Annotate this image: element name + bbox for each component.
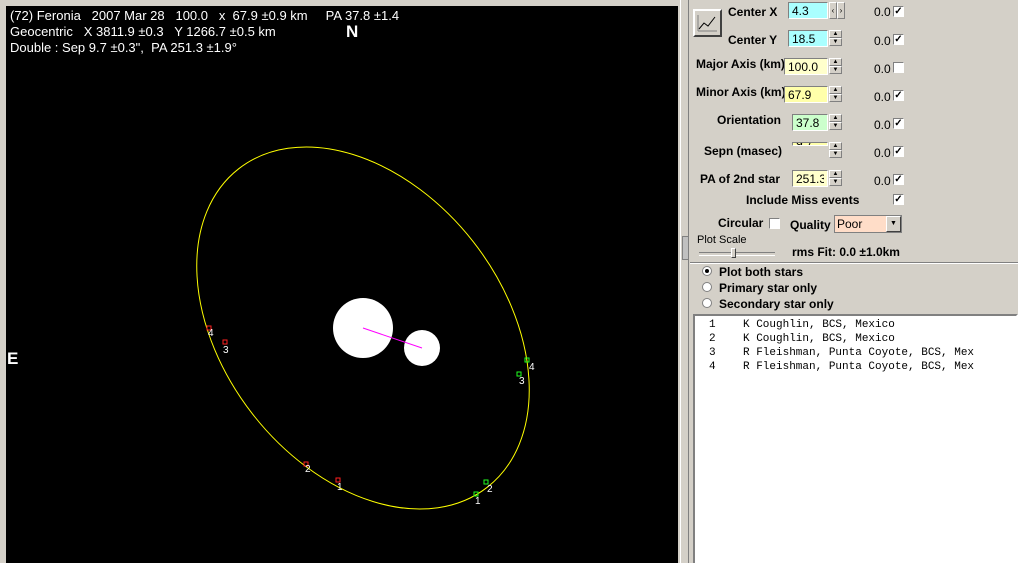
major-axis-label: Major Axis (km) [696,57,785,71]
pa-2nd-uncertainty: 0.0 [874,174,891,188]
chord-label-red: 3 [223,345,229,356]
minor-axis-uncertainty: 0.0 [874,90,891,104]
minor-axis-input[interactable] [784,86,828,103]
chord-label-red: 2 [305,464,311,475]
circular-label: Circular [718,216,764,230]
line-graph-icon [697,15,717,32]
circular-checkbox[interactable] [769,218,780,229]
sepn-spinner[interactable]: ▲ ▼ [829,142,842,159]
slider-thumb[interactable] [731,248,736,258]
chord-label-red: 1 [337,482,343,493]
sepn-label: Sepn (masec) [704,144,783,158]
pa-2nd-input[interactable] [792,170,828,187]
center-x-uncertainty: 0.0 [874,5,891,19]
pa-2nd-spinner[interactable]: ▲ ▼ [829,170,842,187]
center-y-label: Center Y [728,33,778,47]
plot-scale-label: Plot Scale [697,234,747,246]
observer-number: 2 [709,333,716,345]
orientation-label: Orientation [717,113,782,127]
plot-header-double: Double : Sep 9.7 ±0.3", PA 251.3 ±1.9° [10,40,237,55]
plot-header-geocentric: Geocentric X 3811.9 ±0.3 Y 1266.7 ±0.5 k… [10,24,276,39]
observer-number: 4 [709,361,716,373]
observer-name: R Fleishman, Punta Coyote, BCS, Mex [743,347,975,359]
observer-name: R Fleishman, Punta Coyote, BCS, Mex [743,361,975,373]
chord-label-green: 2 [487,484,493,495]
center-x-checkbox[interactable]: ✓ [893,6,904,17]
quality-label: Quality [790,218,831,232]
radio-both-stars-label[interactable]: Plot both stars [719,265,803,279]
observer-number: 1 [709,319,716,331]
center-x-spinner[interactable]: ‹ › [829,2,845,19]
major-axis-checkbox[interactable] [893,62,904,73]
chord-label-green: 1 [475,496,481,507]
center-x-label: Center X [728,5,778,19]
plot-scale-slider[interactable] [699,248,775,260]
chevron-down-icon[interactable]: ▼ [886,216,901,232]
occultation-plot[interactable]: 43214321 (72) Feronia 2007 Mar 28 100.0 … [6,6,678,563]
minor-axis-checkbox[interactable]: ✓ [893,90,904,101]
quality-value: Poor [835,216,889,232]
minor-axis-spinner[interactable]: ▲ ▼ [829,86,842,103]
orientation-spinner[interactable]: ▲ ▼ [829,114,842,131]
major-axis-uncertainty: 0.0 [874,62,891,76]
chord-label-red: 4 [208,328,214,339]
center-y-checkbox[interactable]: ✓ [893,34,904,45]
observer-list[interactable]: 1 K Coughlin, BCS, Mexico 2 K Coughlin, BC… [693,314,1018,563]
graph-button[interactable] [693,9,722,37]
pa-2nd-label: PA of 2nd star [700,172,781,186]
north-label: N [346,22,359,41]
plot-header-asteroid: (72) Feronia 2007 Mar 28 100.0 x 67.9 ±0… [10,8,400,23]
radio-primary-star[interactable] [702,282,712,292]
radio-both-stars[interactable] [702,266,712,276]
major-axis-spinner[interactable]: ▲ ▼ [829,58,842,75]
radio-secondary-star-label[interactable]: Secondary star only [719,297,834,311]
chord-label-green: 4 [529,362,535,373]
radio-primary-star-label[interactable]: Primary star only [719,281,817,295]
include-miss-checkbox[interactable]: ✓ [893,194,904,205]
quality-dropdown[interactable]: Poor ▼ [834,215,902,233]
observer-name: K Coughlin, BCS, Mexico [743,319,895,331]
orientation-uncertainty: 0.0 [874,118,891,132]
center-x-input[interactable] [788,2,828,19]
major-axis-input[interactable] [784,58,828,75]
center-y-uncertainty: 0.0 [874,34,891,48]
observer-name: K Coughlin, BCS, Mexico [743,333,895,345]
orientation-input[interactable] [792,114,828,131]
panel-divider [690,262,1018,264]
sepn-uncertainty: 0.0 [874,146,891,160]
sepn-input[interactable] [792,142,828,146]
center-y-input[interactable] [788,30,828,47]
chord-label-green: 3 [519,376,525,387]
orientation-checkbox[interactable]: ✓ [893,118,904,129]
observer-number: 3 [709,347,716,359]
control-panel: Center X ‹› 0.0 ✓ Center Y ▲▼ 0.0 ✓ Majo… [690,0,1018,563]
plot-canvas: 43214321 [196,146,535,510]
panel-splitter[interactable] [680,0,689,563]
rms-fit-text: rms Fit: 0.0 ±1.0km [792,245,900,259]
pa-2nd-checkbox[interactable]: ✓ [893,174,904,185]
chord-marker-red [222,339,228,345]
minor-axis-label: Minor Axis (km) [696,85,786,99]
east-label: E [7,349,19,368]
center-y-spinner[interactable]: ▲ ▼ [829,30,842,47]
slider-track [699,252,775,256]
splitter-grip[interactable] [682,236,689,260]
radio-secondary-star[interactable] [702,298,712,308]
include-miss-label: Include Miss events [746,193,860,207]
sepn-checkbox[interactable]: ✓ [893,146,904,157]
